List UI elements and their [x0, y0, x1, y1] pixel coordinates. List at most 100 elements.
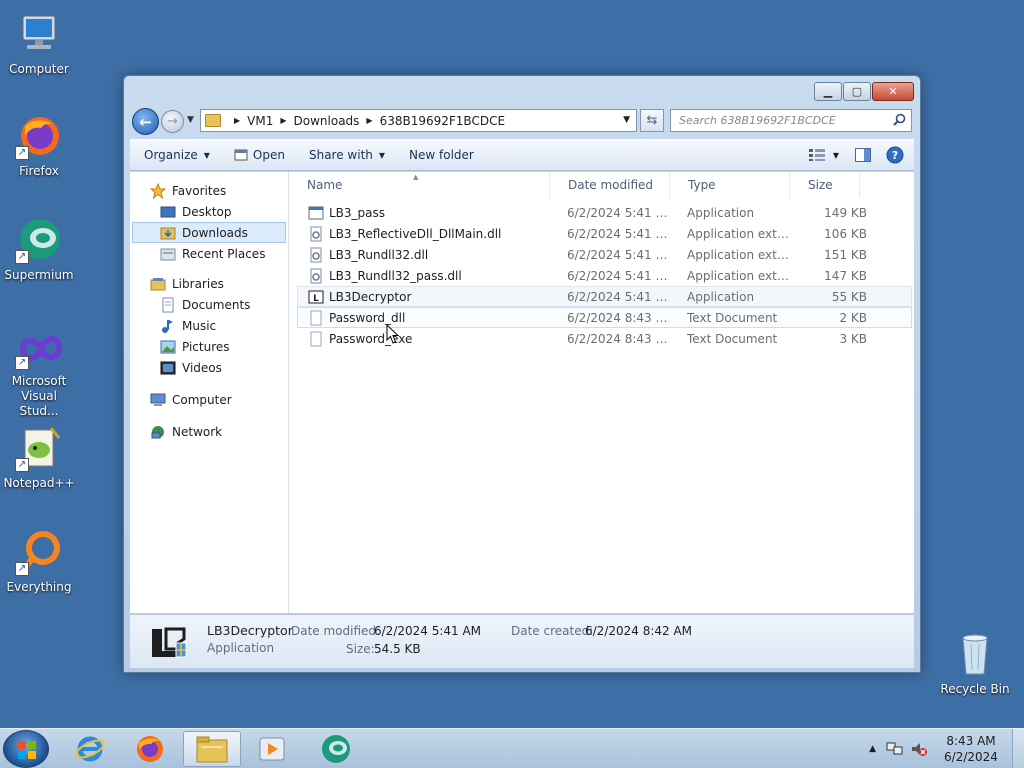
nav-desktop[interactable]: Desktop	[130, 201, 288, 222]
libraries-icon	[150, 277, 166, 290]
nav-desktop-label: Desktop	[182, 204, 232, 219]
open-icon	[234, 149, 248, 161]
table-row[interactable]: LB3_Rundll32.dll 6/2/2024 5:41 AM Applic…	[297, 244, 912, 265]
forward-button[interactable]: →	[161, 110, 184, 133]
clock[interactable]: 8:43 AM 6/2/2024	[936, 733, 1006, 765]
nav-downloads[interactable]: Downloads	[132, 222, 286, 243]
file-list[interactable]: ▲ Name Date modified Type Size LB3_pass …	[289, 171, 914, 613]
network-tray-icon[interactable]	[886, 741, 904, 757]
file-type: Text Document	[687, 310, 778, 325]
nav-documents[interactable]: Documents	[130, 294, 288, 315]
taskbar-media-player[interactable]	[243, 731, 301, 767]
navigation-pane[interactable]: Favorites Desktop Downloads Recent Place…	[130, 172, 289, 613]
search-input[interactable]	[679, 114, 879, 127]
desktop-icon-label: Supermium	[4, 268, 74, 282]
change-view-button[interactable]: ▼	[804, 144, 844, 166]
table-row[interactable]: LB3_ReflectiveDll_DllMain.dll 6/2/2024 5…	[297, 223, 912, 244]
desktop-icon-firefox[interactable]: ↗ Firefox	[0, 112, 78, 179]
desktop-icon-computer[interactable]: Computer	[0, 10, 78, 77]
refresh-button[interactable]: ⇆	[640, 109, 664, 132]
computer-icon	[15, 10, 63, 58]
breadcrumb-downloads[interactable]: Downloads	[294, 114, 360, 128]
table-row[interactable]: LB3_pass 6/2/2024 5:41 AM Application 14…	[297, 202, 912, 223]
nav-libraries[interactable]: Libraries	[130, 273, 288, 294]
close-button[interactable]: ✕	[872, 82, 914, 101]
recent-pages-dropdown[interactable]: ▼	[187, 115, 194, 125]
share-with-label: Share with	[308, 148, 373, 162]
show-hidden-icons-button[interactable]: ▲	[869, 744, 876, 754]
details-date-modified: 6/2/2024 5:41 AM	[374, 624, 482, 638]
column-header-name-label: Name	[307, 177, 343, 192]
videos-icon	[160, 361, 176, 374]
file-rows: LB3_pass 6/2/2024 5:41 AM Application 14…	[289, 198, 914, 349]
firefox-icon	[137, 736, 163, 762]
volume-muted-icon[interactable]	[910, 741, 928, 757]
file-size: 2 KB	[839, 310, 867, 325]
nav-computer[interactable]: Computer	[130, 389, 288, 410]
file-date: 6/2/2024 5:41 AM	[567, 247, 669, 262]
chevron-down-icon: ▼	[378, 150, 386, 160]
column-header-date-label: Date modified	[568, 177, 654, 192]
back-button[interactable]: ←	[132, 108, 159, 135]
file-name: LB3_Rundll32.dll	[329, 247, 429, 262]
details-pane: LB3Decryptor Application Date modified: …	[130, 614, 914, 668]
nav-recent-places[interactable]: Recent Places	[130, 243, 288, 264]
chevron-down-icon[interactable]: ▼	[833, 151, 839, 160]
file-name: LB3_pass	[329, 205, 386, 220]
details-date-created-label: Date created:	[511, 624, 594, 638]
table-row-selected[interactable]: L LB3Decryptor 6/2/2024 5:41 AM Applicati…	[297, 286, 912, 307]
taskbar-supermium[interactable]	[307, 731, 365, 767]
nav-network[interactable]: Network	[130, 421, 288, 442]
search-box[interactable]	[670, 109, 912, 132]
nav-videos-label: Videos	[182, 360, 222, 375]
start-button[interactable]	[3, 730, 49, 768]
taskbar-file-explorer[interactable]	[183, 731, 241, 767]
dll-file-icon	[310, 226, 322, 241]
folder-icon	[205, 114, 221, 127]
share-with-button[interactable]: Share with ▼	[297, 140, 397, 170]
open-button[interactable]: Open	[222, 140, 297, 170]
column-header-size[interactable]: Size	[790, 171, 860, 198]
taskbar-firefox[interactable]	[121, 731, 179, 767]
desktop-icon-everything[interactable]: ↗ Everything	[0, 528, 78, 595]
search-icon[interactable]	[893, 113, 906, 126]
organize-button[interactable]: Organize ▼	[130, 140, 222, 170]
help-icon: ?	[886, 146, 904, 164]
desktop-icon-notepadpp[interactable]: ↗ Notepad++	[0, 424, 78, 491]
text-file-icon	[310, 310, 322, 325]
column-header-type[interactable]: Type	[670, 171, 790, 198]
chevron-right-icon[interactable]: ▶	[234, 116, 240, 125]
chevron-right-icon[interactable]: ▶	[366, 116, 372, 125]
nav-videos[interactable]: Videos	[130, 357, 288, 378]
svg-text:?: ?	[892, 149, 898, 162]
column-header-date-modified[interactable]: Date modified	[550, 171, 670, 198]
address-bar[interactable]: ▶ VM1 ▶ Downloads ▶ 638B19692F1BCDCE ▼	[200, 109, 637, 132]
svg-text:L: L	[313, 294, 319, 304]
address-dropdown-icon[interactable]: ▼	[623, 115, 630, 125]
chevron-right-icon[interactable]: ▶	[280, 116, 286, 125]
help-button[interactable]: ?	[882, 144, 908, 166]
minimize-button[interactable]: ▁	[814, 82, 842, 101]
explorer-window[interactable]: ▁ ▢ ✕ ← → ▼ ▶ VM1 ▶ Downloads ▶ 638B1969…	[123, 75, 921, 673]
desktop-icon-label: Recycle Bin	[940, 682, 1010, 696]
desktop-icon-visual-studio[interactable]: ↗ Microsoft Visual Stud...	[0, 328, 78, 419]
nav-favorites-label: Favorites	[172, 183, 227, 198]
nav-music[interactable]: Music	[130, 315, 288, 336]
desktop-icon-recycle-bin[interactable]: Recycle Bin	[936, 630, 1014, 697]
show-desktop-button[interactable]	[1012, 729, 1024, 768]
nav-libraries-label: Libraries	[172, 276, 224, 291]
maximize-button[interactable]: ▢	[843, 82, 871, 101]
breadcrumb-current-folder[interactable]: 638B19692F1BCDCE	[380, 114, 505, 128]
breadcrumb-vm1[interactable]: VM1	[247, 114, 273, 128]
file-date: 6/2/2024 5:41 AM	[567, 289, 669, 304]
desktop-icon-supermium[interactable]: ↗ Supermium	[0, 216, 78, 283]
file-type: Application	[687, 205, 755, 220]
new-folder-button[interactable]: New folder	[397, 140, 486, 170]
column-header-name[interactable]: ▲ Name	[289, 171, 550, 198]
nav-pictures[interactable]: Pictures	[130, 336, 288, 357]
preview-pane-button[interactable]	[850, 144, 876, 166]
nav-favorites[interactable]: Favorites	[130, 180, 288, 201]
table-row[interactable]: LB3_Rundll32_pass.dll 6/2/2024 5:41 AM A…	[297, 265, 912, 286]
media-player-icon	[259, 737, 285, 761]
taskbar-internet-explorer[interactable]	[61, 731, 119, 767]
